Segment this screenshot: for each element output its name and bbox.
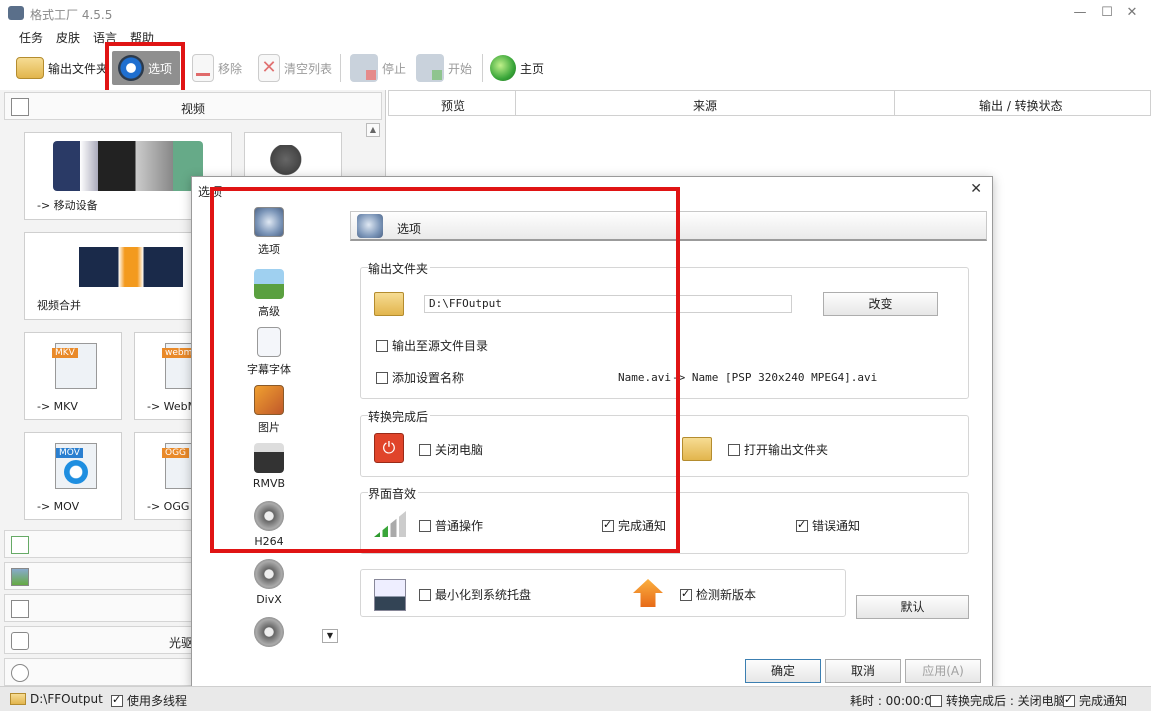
tile-mkv-label: -> MKV: [37, 400, 78, 413]
file-list-header: 预览 来源 输出 / 转换状态: [388, 90, 1151, 116]
tile-ogg-label: -> OGG: [147, 500, 190, 513]
film-reel-icon: [254, 617, 284, 647]
tile-webm-label: -> WebM: [147, 400, 198, 413]
default-button[interactable]: 默认: [856, 595, 969, 619]
nav-more[interactable]: [229, 617, 309, 651]
error-notify-checkbox[interactable]: [796, 518, 808, 532]
window-title: 格式工厂 4.5.5: [30, 8, 113, 22]
minimize-tray-checkbox[interactable]: [419, 588, 431, 601]
open-output-label: 打开输出文件夹: [744, 443, 829, 457]
maximize-icon[interactable]: ☐: [1095, 4, 1119, 22]
video-category-label: 视频: [180, 102, 205, 116]
toolbar-separator: [340, 54, 341, 82]
open-folder-icon: [682, 437, 712, 461]
video-category-header[interactable]: 视频: [4, 92, 382, 120]
merge-films-icon: [79, 247, 183, 287]
output-folder-label: 输出文件夹: [48, 61, 109, 76]
clear-list-label: 清空列表: [284, 61, 333, 76]
minimize-tray-label: 最小化到系统托盘: [435, 588, 532, 602]
col-status[interactable]: 输出 / 转换状态: [979, 97, 1063, 114]
col-source[interactable]: 来源: [693, 97, 717, 114]
after-convert-status[interactable]: 转换完成后 : 关闭电脑: [930, 692, 1066, 709]
column-divider: [515, 91, 516, 115]
toolbar-separator: [482, 54, 483, 82]
check-update-checkbox[interactable]: [680, 587, 692, 601]
remove-icon: [192, 54, 214, 82]
folder-icon: [16, 57, 44, 79]
film-reel-small-icon: [11, 664, 29, 682]
minimize-icon[interactable]: —: [1068, 4, 1092, 22]
nav-scroll-down-button[interactable]: ▼: [322, 629, 338, 643]
error-notify-option[interactable]: 错误通知: [796, 517, 860, 534]
status-output-path-label: D:\FFOutput: [30, 692, 103, 706]
home-label: 主页: [520, 61, 545, 76]
ok-button[interactable]: 确定: [745, 659, 821, 683]
error-notify-label: 错误通知: [812, 519, 861, 533]
tile-mov[interactable]: MOV -> MOV: [24, 432, 122, 520]
tile-mkv[interactable]: MKV -> MKV: [24, 332, 122, 420]
music-note-icon: [11, 536, 29, 554]
check-update-label: 检测新版本: [696, 588, 757, 602]
tile-mobile-label: -> 移动设备: [37, 199, 98, 212]
stop-button[interactable]: 停止: [350, 50, 406, 86]
elapsed-time: 耗时 : 00:00:00: [850, 692, 940, 709]
stop-label: 停止: [382, 61, 407, 76]
menu-skin[interactable]: 皮肤: [56, 29, 80, 46]
mobile-devices-icon: [53, 141, 203, 191]
globe-magnifier-icon: [490, 55, 516, 81]
film-reel-icon: [254, 559, 284, 589]
notify-checkbox[interactable]: [1063, 693, 1075, 707]
name-example-result: -> Name [PSP 320x240 MPEG4].avi: [672, 371, 878, 384]
highlight-box-dialog: [210, 187, 680, 553]
col-preview[interactable]: 预览: [441, 97, 465, 114]
remove-label: 移除: [218, 61, 243, 76]
folder-icon: [10, 693, 26, 705]
status-bar: D:\FFOutput 使用多线程 耗时 : 00:00:00 转换完成后 : …: [0, 686, 1151, 711]
multithread-option[interactable]: 使用多线程: [111, 692, 187, 709]
window-tray-icon: [374, 579, 406, 611]
output-folder-button[interactable]: 输出文件夹: [16, 50, 108, 86]
check-update-option[interactable]: 检测新版本: [680, 586, 756, 603]
start-label: 开始: [448, 61, 473, 76]
start-icon: [416, 54, 444, 82]
after-convert-checkbox[interactable]: [930, 694, 942, 707]
open-output-checkbox[interactable]: [728, 443, 740, 456]
column-divider: [894, 91, 895, 115]
close-icon[interactable]: ✕: [1120, 4, 1144, 22]
clear-icon: ✕: [258, 54, 280, 82]
tile-mov-label: -> MOV: [37, 500, 80, 513]
clear-list-button[interactable]: ✕ 清空列表: [258, 50, 332, 86]
home-button[interactable]: 主页: [490, 50, 544, 86]
notify-status-label: 完成通知: [1079, 694, 1128, 708]
tile-merge-label: 视频合并: [37, 299, 81, 312]
dialog-close-icon[interactable]: ✕: [970, 181, 982, 197]
notify-status[interactable]: 完成通知: [1063, 692, 1127, 709]
remove-button[interactable]: 移除: [192, 50, 242, 86]
highlight-box-options: [105, 42, 185, 96]
scroll-up-button[interactable]: ▲: [366, 123, 380, 137]
nav-divx[interactable]: DivX: [229, 559, 309, 606]
apply-button[interactable]: 应用(A): [905, 659, 981, 683]
start-button[interactable]: 开始: [416, 50, 472, 86]
mkv-file-icon: MKV: [52, 343, 97, 389]
change-button[interactable]: 改变: [823, 292, 938, 316]
menu-task[interactable]: 任务: [19, 29, 43, 46]
title-bar: 格式工厂 4.5.5 — ☐ ✕: [0, 0, 1151, 26]
picture-icon: [11, 568, 29, 586]
status-output-path[interactable]: D:\FFOutput: [10, 692, 103, 706]
multithread-checkbox[interactable]: [111, 693, 123, 707]
nav-divx-label: DivX: [256, 593, 282, 606]
minimize-tray-option[interactable]: 最小化到系统托盘: [419, 586, 531, 603]
app-icon: [8, 6, 24, 20]
stop-icon: [350, 54, 378, 82]
multithread-label: 使用多线程: [127, 694, 188, 708]
elapsed-time-label: 耗时 : 00:00:00: [850, 694, 940, 708]
document-icon: [11, 600, 29, 618]
open-output-option[interactable]: 打开输出文件夹: [728, 441, 828, 458]
after-convert-status-label: 转换完成后 : 关闭电脑: [946, 694, 1066, 708]
cancel-button[interactable]: 取消: [825, 659, 901, 683]
mov-file-icon: MOV: [55, 443, 97, 489]
